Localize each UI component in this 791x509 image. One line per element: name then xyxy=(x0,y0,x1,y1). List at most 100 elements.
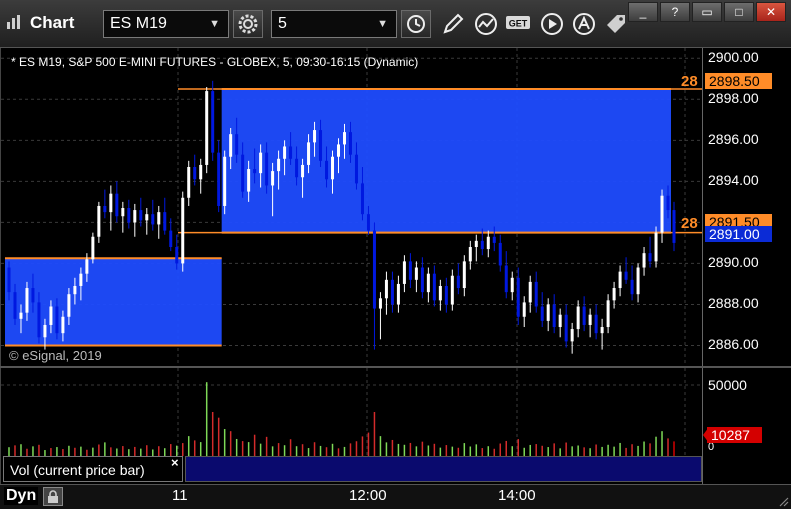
candle-body-0 xyxy=(7,267,11,293)
candle-body-90 xyxy=(546,304,550,321)
symbol-value: ES M19 xyxy=(110,15,167,32)
minimize-button[interactable]: _ xyxy=(628,2,658,22)
candle-body-21 xyxy=(133,210,137,223)
candle-body-14 xyxy=(91,236,95,260)
alerts-button[interactable] xyxy=(571,11,597,37)
help-button[interactable]: ? xyxy=(660,2,690,22)
candle-body-65 xyxy=(396,283,400,305)
volume-axis[interactable]: 50000 0 10287 xyxy=(702,368,791,484)
candle-body-78 xyxy=(474,240,478,248)
price-tick-0: 2900.00 xyxy=(708,49,759,66)
lock-button[interactable] xyxy=(43,487,63,506)
play-icon xyxy=(541,13,563,35)
candle-body-104 xyxy=(630,279,634,295)
candle-body-29 xyxy=(181,197,185,264)
level-high-tag: 2898.50 xyxy=(705,73,772,89)
candle-body-66 xyxy=(402,261,406,284)
get-data-button[interactable]: GET xyxy=(505,11,531,37)
candle-body-107 xyxy=(648,253,652,262)
candle-body-81 xyxy=(492,236,496,243)
candle-body-91 xyxy=(552,304,556,328)
candle-body-23 xyxy=(145,214,149,221)
candle-body-4 xyxy=(31,288,35,303)
candle-body-68 xyxy=(414,267,418,280)
price-axis[interactable]: 2900.002898.002896.002894.002892.002890.… xyxy=(702,48,791,366)
volume-legend-label: Vol (current price bar) xyxy=(10,462,145,478)
tag-icon xyxy=(607,15,625,33)
candle-body-39 xyxy=(241,154,245,192)
candle-body-98 xyxy=(594,314,598,334)
candle-body-35 xyxy=(217,152,221,206)
candle-body-94 xyxy=(570,329,574,342)
candle-body-67 xyxy=(408,261,412,280)
volume-legend[interactable]: Vol (current price bar) xyxy=(3,456,183,482)
candle-body-42 xyxy=(259,152,263,174)
time-axis[interactable]: Dyn 11 12:00 14:00 xyxy=(0,484,791,509)
window-title: Chart xyxy=(30,13,75,32)
candle-body-73 xyxy=(444,285,448,305)
candle-body-70 xyxy=(426,273,430,293)
candle-body-84 xyxy=(510,277,514,293)
settings-button[interactable] xyxy=(233,10,263,38)
candle-body-58 xyxy=(354,154,358,184)
candle-body-72 xyxy=(438,285,442,301)
lock-icon xyxy=(48,489,58,503)
candle-body-48 xyxy=(295,158,299,178)
candle-body-19 xyxy=(121,208,125,217)
candle-body-109 xyxy=(660,195,664,233)
candle-body-16 xyxy=(103,205,107,213)
candle-body-87 xyxy=(528,281,532,303)
last-price-tag: 2891.00 xyxy=(705,226,772,242)
candle-body-50 xyxy=(307,142,311,165)
volume-close-icon[interactable]: × xyxy=(171,455,179,470)
candle-body-53 xyxy=(325,160,329,180)
replay-button[interactable] xyxy=(539,11,565,37)
candle-body-3 xyxy=(25,288,29,313)
restore-button[interactable]: ▭ xyxy=(692,2,722,22)
candle-body-79 xyxy=(480,240,484,250)
candle-body-59 xyxy=(360,183,364,215)
link-tag-button[interactable] xyxy=(603,11,629,37)
dynamic-mode-label[interactable]: Dyn xyxy=(4,487,39,505)
candle-body-54 xyxy=(331,156,335,180)
time-tick-1200: 12:00 xyxy=(349,487,387,504)
close-button[interactable]: ✕ xyxy=(756,2,786,22)
candle-body-37 xyxy=(229,134,233,157)
time-template-button[interactable] xyxy=(401,10,431,38)
candle-body-93 xyxy=(564,314,568,342)
minimize-icon: _ xyxy=(639,5,647,19)
price-tick-1: 2898.00 xyxy=(708,90,759,107)
candle-body-76 xyxy=(462,261,466,289)
candle-body-46 xyxy=(283,146,287,159)
candle-body-6 xyxy=(43,324,47,338)
maximize-button[interactable]: □ xyxy=(724,2,754,22)
symbol-selector[interactable]: ES M19 ▼ xyxy=(103,10,229,38)
candle-body-61 xyxy=(372,230,376,309)
price-chart[interactable]: * ES M19, S&P 500 E-MINI FUTURES - GLOBE… xyxy=(0,48,702,366)
candle-body-1 xyxy=(13,292,17,319)
resize-grip-icon[interactable] xyxy=(777,495,789,507)
candle-body-96 xyxy=(582,306,586,325)
chevron-down-icon: ▼ xyxy=(377,18,388,30)
candle-body-55 xyxy=(337,144,341,157)
candle-body-97 xyxy=(588,314,592,325)
candle-body-56 xyxy=(342,132,346,145)
candle-body-108 xyxy=(654,232,658,262)
maximize-icon: □ xyxy=(735,5,743,19)
studies-button[interactable] xyxy=(473,11,499,37)
get-icon: GET xyxy=(506,16,530,29)
volume-last-tag: 10287 xyxy=(707,427,762,443)
candle-body-110 xyxy=(666,195,670,211)
draw-tool-button[interactable] xyxy=(440,11,466,37)
candle-body-51 xyxy=(313,130,317,143)
close-icon: ✕ xyxy=(765,5,777,19)
candle-body-71 xyxy=(432,273,436,301)
interval-selector[interactable]: 5 ▼ xyxy=(271,10,397,38)
candle-body-44 xyxy=(271,171,275,186)
candle-body-34 xyxy=(211,91,215,153)
candle-body-99 xyxy=(600,327,604,334)
candle-body-7 xyxy=(49,306,53,325)
help-icon: ? xyxy=(671,5,679,19)
candle-body-25 xyxy=(157,212,161,225)
chart-symbol-label: * ES M19, S&P 500 E-MINI FUTURES - GLOBE… xyxy=(11,55,419,69)
